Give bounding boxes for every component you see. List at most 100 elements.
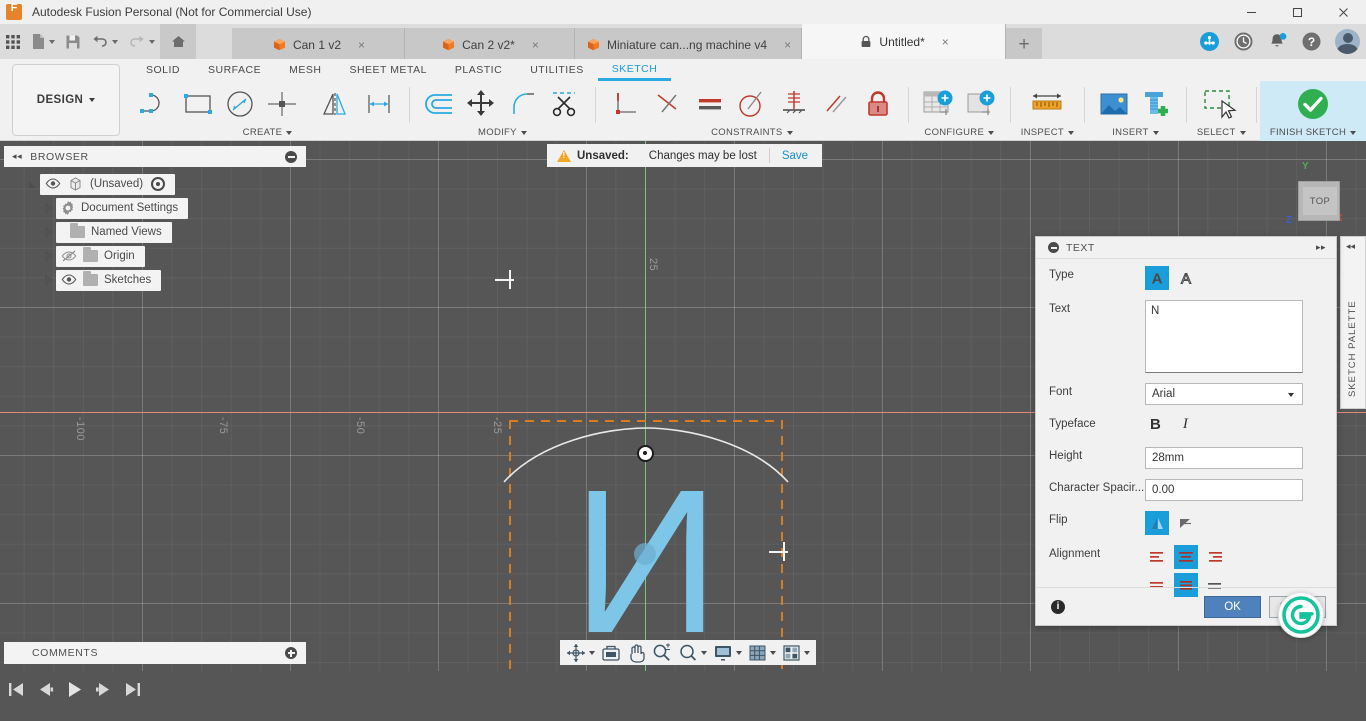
align-left-icon[interactable] [1145,545,1169,569]
configure-table-icon[interactable] [918,85,958,123]
circle-diameter-icon[interactable] [220,85,260,123]
close-icon[interactable]: × [784,39,791,51]
play-icon[interactable] [66,681,83,698]
undo-icon[interactable] [86,24,123,59]
ribbon-group-label[interactable]: MODIFY [478,127,527,139]
flip-vertical-icon[interactable] [1145,511,1169,535]
bold-toggle[interactable]: B [1150,416,1161,433]
new-document-icon[interactable] [26,24,60,59]
close-icon[interactable]: × [942,36,949,48]
minus-circle-icon[interactable] [285,150,297,163]
browser-row-chip[interactable]: Origin [56,245,145,267]
perpendicular-icon[interactable] [606,85,646,123]
sketch-origin-point[interactable] [634,543,656,565]
collapsed-triangle-icon[interactable] [40,275,56,285]
go-to-end-icon[interactable] [124,682,141,697]
chevron-down-icon[interactable] [149,39,155,44]
workspace-selector[interactable]: DESIGN [12,64,120,136]
line-icon[interactable] [136,85,176,123]
chevron-down-icon[interactable] [1288,393,1294,397]
view-cube[interactable]: Y Z X TOP [1274,161,1348,231]
minus-circle-icon[interactable] [1048,242,1059,253]
chevron-down-icon[interactable] [786,130,793,135]
save-icon[interactable] [60,24,86,59]
ribbon-group-label[interactable]: INSERT [1112,127,1159,139]
ribbon-tab-surface[interactable]: SURFACE [194,59,275,81]
document-tab-can-2[interactable]: Can 2 v2* × [405,28,575,61]
chevron-down-icon[interactable] [701,650,707,655]
expanded-triangle-icon[interactable] [24,180,40,189]
viewports-icon[interactable] [780,641,812,664]
browser-row-chip[interactable]: Named Views [56,221,172,243]
app-grid-icon[interactable] [0,24,26,59]
midpoint-icon[interactable] [774,85,814,123]
info-icon[interactable]: i [1051,599,1065,614]
orbit-icon[interactable] [564,641,597,664]
text-rotate-handle[interactable] [637,445,654,462]
browser-row-named-views[interactable]: Named Views [4,220,306,244]
go-to-start-icon[interactable] [8,682,25,697]
collapse-left-icon[interactable]: ◂◂ [12,151,22,162]
ribbon-group-label[interactable]: CONSTRAINTS [711,127,793,139]
extensions-icon[interactable] [1199,31,1221,53]
character-spacing-input[interactable] [1145,479,1303,501]
zoom-fit-icon[interactable] [676,641,709,664]
help-icon[interactable]: ? [1301,31,1323,53]
browser-row-sketches[interactable]: Sketches [4,268,306,292]
chevron-down-icon[interactable] [988,130,995,135]
collapsed-triangle-icon[interactable] [40,203,56,213]
insert-mcmaster-icon[interactable] [1136,85,1176,123]
home-icon[interactable] [160,24,196,59]
fix-lock-icon[interactable] [858,85,898,123]
collapse-right-icon[interactable]: ◂◂ [1346,241,1355,252]
move-copy-icon[interactable] [461,85,501,123]
collapsed-triangle-icon[interactable] [40,227,56,237]
measure-ruler-icon[interactable] [1027,85,1067,123]
display-settings-icon[interactable] [711,641,744,664]
chevron-down-icon[interactable] [112,39,118,44]
document-tab-untitled[interactable]: Untitled* × [802,24,1007,59]
browser-row-unsaved[interactable]: (Unsaved) [4,172,306,196]
ok-button[interactable]: OK [1204,595,1261,618]
align-right-icon[interactable] [1203,545,1227,569]
text-solid-icon[interactable]: A [1145,266,1169,290]
chevron-down-icon[interactable] [770,650,776,655]
align-center-icon[interactable] [1174,545,1198,569]
tangent-icon[interactable] [732,85,772,123]
eye-visible-icon[interactable] [45,178,61,190]
radio-activate-icon[interactable] [151,177,166,191]
document-tab-miniature-canning-machine[interactable]: Miniature can...ng machine v4 × [575,28,803,61]
zoom-icon[interactable] [650,641,674,664]
browser-row-document-settings[interactable]: Document Settings [4,196,306,220]
ribbon-group-label[interactable]: INSPECT [1021,127,1074,139]
trim-scissors-icon[interactable] [545,85,585,123]
italic-toggle[interactable]: I [1183,416,1188,433]
plus-circle-icon[interactable] [285,647,297,659]
minimize-icon[interactable] [1228,0,1274,24]
chevron-down-icon[interactable] [286,130,293,135]
pan-hand-icon[interactable] [625,641,648,664]
chevron-down-icon[interactable] [1350,130,1357,135]
configure-part-icon[interactable] [960,85,1000,123]
rectangle-icon[interactable] [178,85,218,123]
grid-snaps-icon[interactable] [746,641,778,664]
insert-image-icon[interactable] [1094,85,1134,123]
mirror-icon[interactable] [317,85,357,123]
ribbon-tab-mesh[interactable]: MESH [275,59,335,81]
point-icon[interactable] [262,85,302,123]
dimension-icon[interactable] [359,85,399,123]
parallel-icon[interactable] [690,85,730,123]
select-window-icon[interactable] [1198,85,1244,123]
offset-icon[interactable] [419,85,459,123]
eye-hidden-icon[interactable] [61,250,77,262]
text-outline-icon[interactable]: A [1174,266,1198,290]
maximize-icon[interactable] [1274,0,1320,24]
user-avatar[interactable] [1335,29,1360,54]
close-icon[interactable]: × [358,39,365,51]
ribbon-tab-sketch[interactable]: SKETCH [597,59,672,81]
chevron-down-icon[interactable] [736,650,742,655]
finish-check-icon[interactable] [1289,85,1337,123]
chevron-down-icon[interactable] [804,650,810,655]
collinear-icon[interactable] [816,85,856,123]
ribbon-group-label[interactable]: FINISH SKETCH [1270,127,1357,139]
